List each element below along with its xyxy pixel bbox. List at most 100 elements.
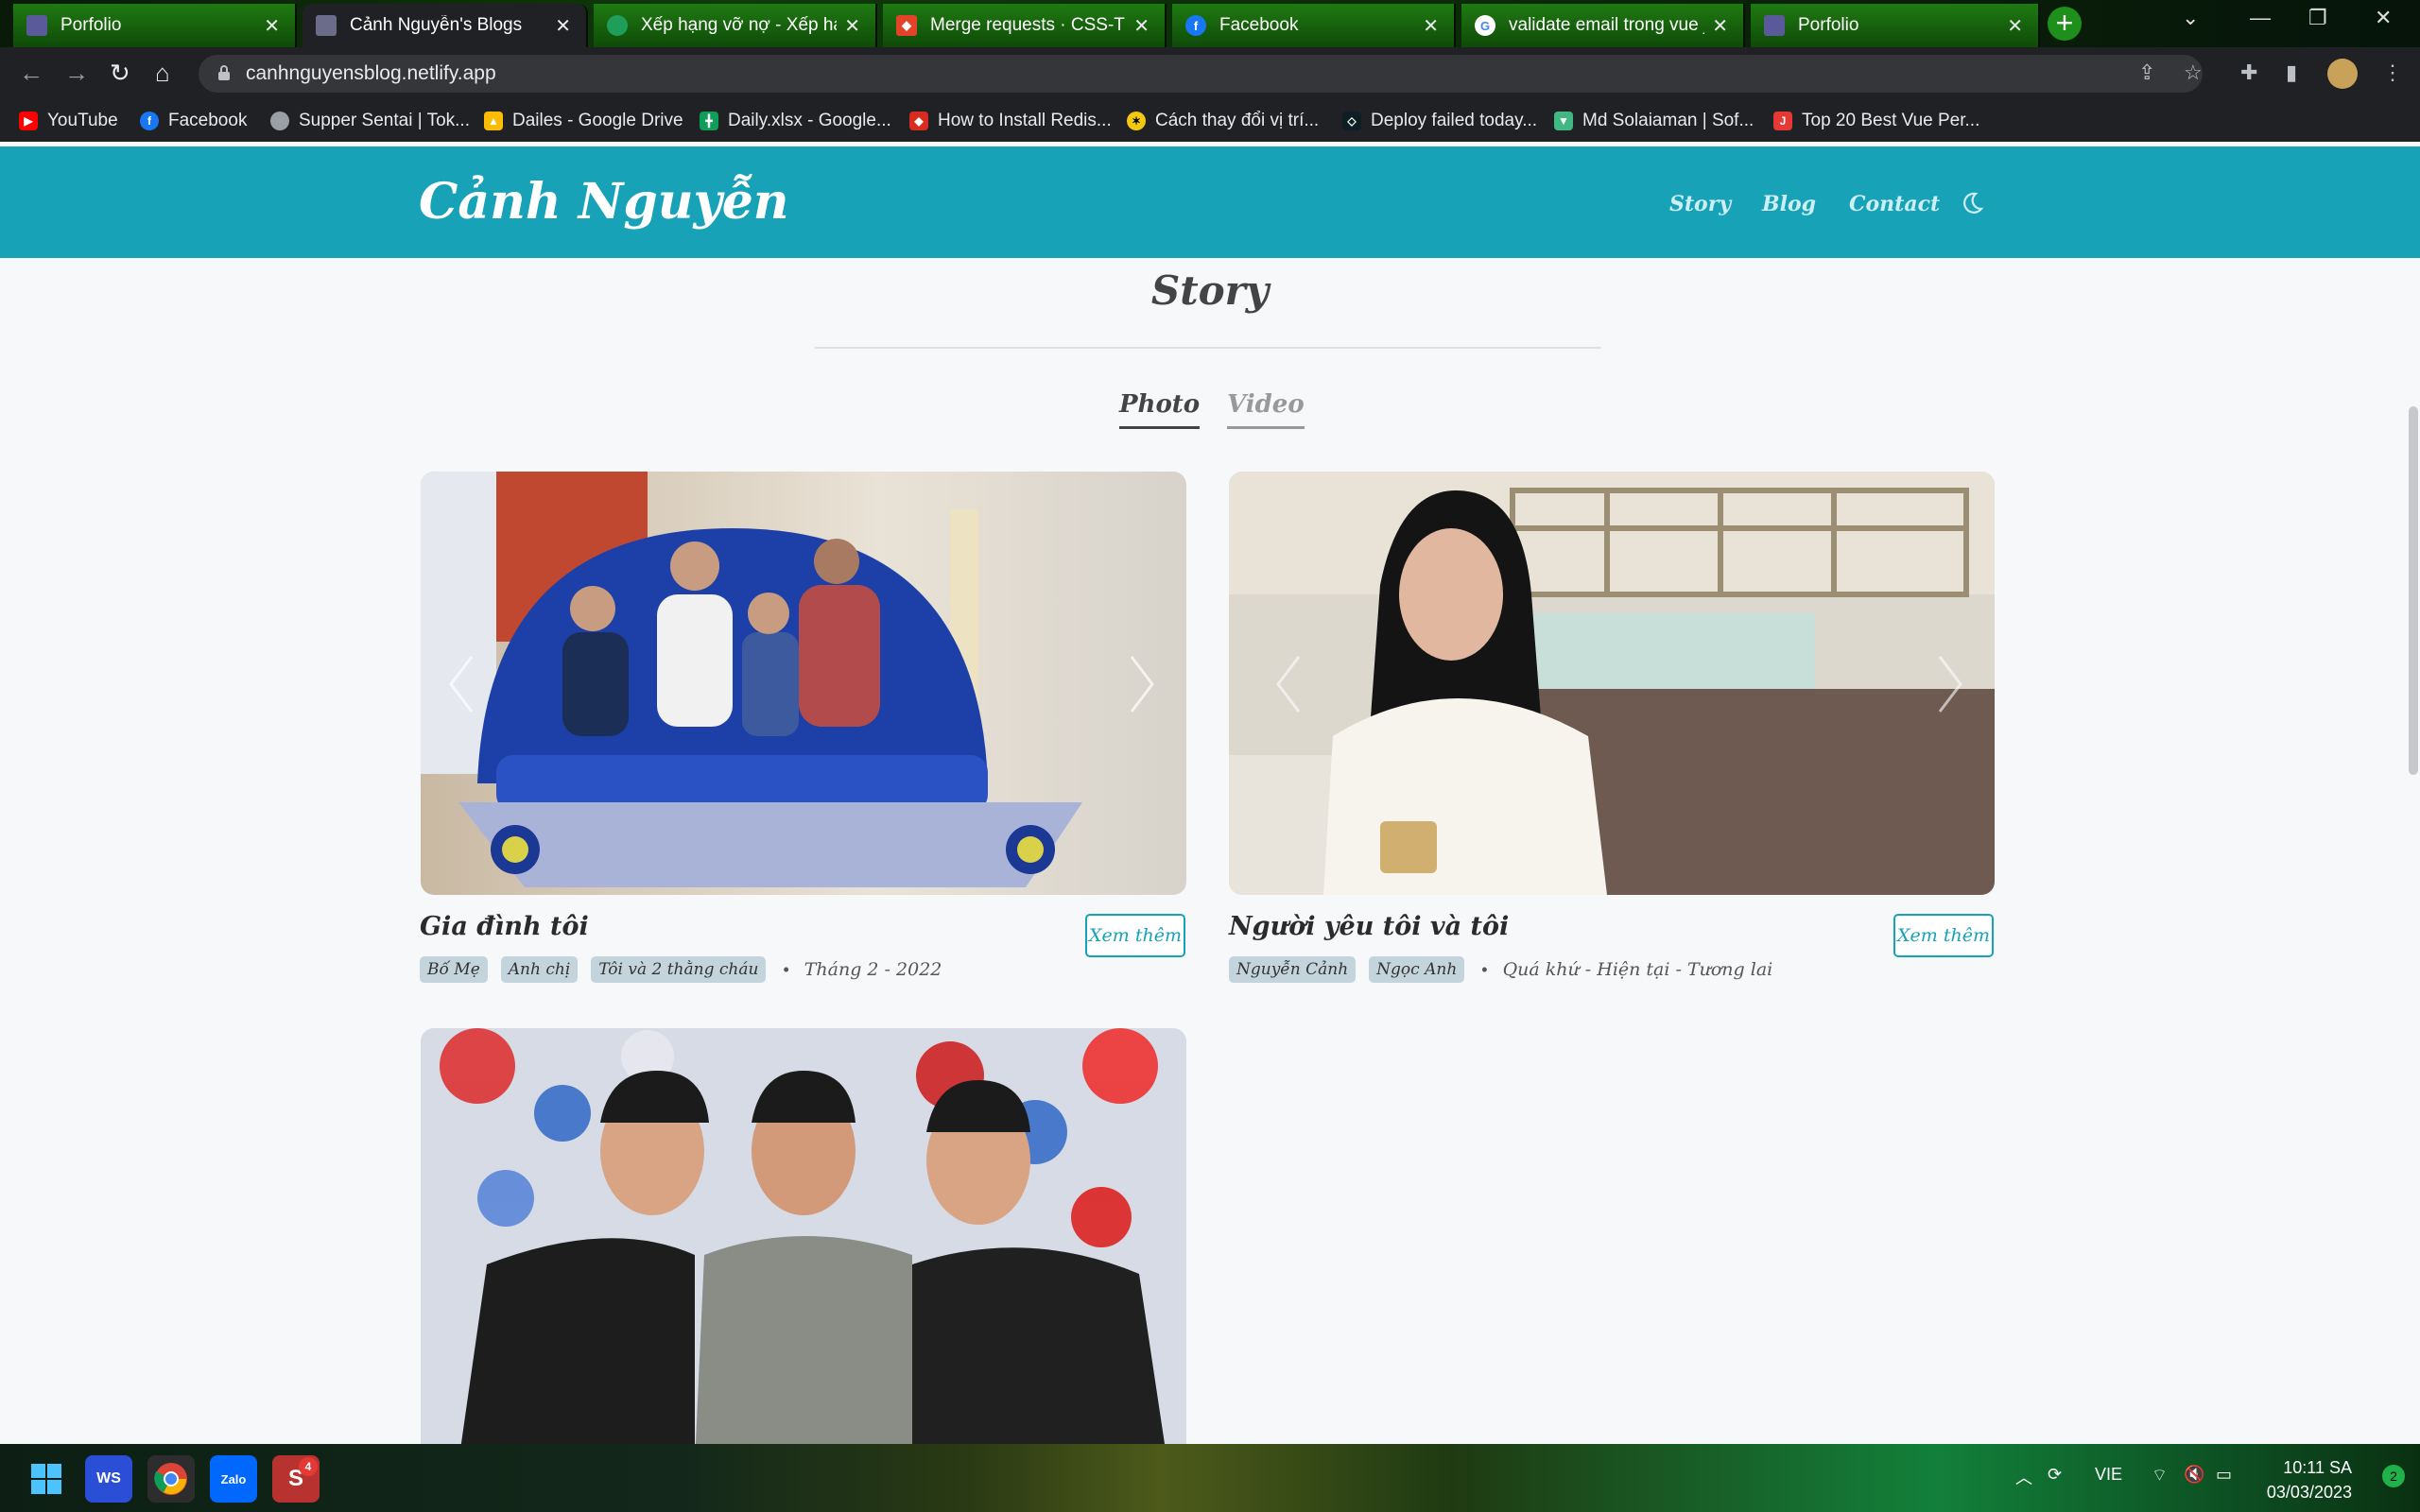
nav-contact[interactable]: Contact	[1849, 192, 1940, 216]
bookmark-label: How to Install Redis...	[938, 111, 1112, 130]
tab-porfolio-2[interactable]: Porfolio ✕	[1751, 4, 2040, 47]
skype-icon[interactable]: S 4	[272, 1455, 320, 1503]
tab-photo[interactable]: Photo	[1119, 390, 1201, 429]
bookmark-cach-thay-doi[interactable]: ✶ Cách thay đổi vị trí...	[1127, 108, 1319, 134]
bookmark-md-solaiaman[interactable]: ▼ Md Solaiaman | Sof...	[1554, 108, 1754, 134]
tag-badge[interactable]: Ngọc Anh	[1369, 956, 1465, 983]
sync-icon[interactable]: ⟳	[2048, 1465, 2062, 1485]
nav-blog[interactable]: Blog	[1762, 192, 1816, 216]
bookmark-label: YouTube	[47, 111, 118, 130]
site-brand-logo[interactable]: Cảnh Nguyễn	[419, 173, 789, 231]
tag-badge[interactable]: Bố Mẹ	[420, 956, 488, 983]
bookmark-supper-sentai[interactable]: Supper Sentai | Tok...	[270, 108, 470, 134]
home-icon[interactable]: ⌂	[155, 59, 170, 88]
tab-ranking[interactable]: Xếp hạng vỡ nợ - Xếp hạng ✕	[594, 4, 877, 47]
close-icon[interactable]: ✕	[1712, 14, 1728, 38]
portfolio-favicon	[26, 15, 47, 36]
back-icon[interactable]: ←	[19, 59, 43, 88]
tab-search-icon[interactable]: ⌄	[2182, 6, 2199, 30]
close-icon[interactable]: ✕	[844, 14, 860, 38]
share-icon[interactable]: ⇪	[2138, 60, 2155, 85]
tab-gitlab[interactable]: ◆ Merge requests · CSS-TPB ✕	[883, 4, 1167, 47]
carousel-prev-icon[interactable]	[1270, 651, 1308, 717]
close-icon[interactable]: ✕	[264, 14, 280, 38]
carousel-prev-icon[interactable]	[443, 651, 481, 717]
bookmark-youtube[interactable]: ▶ YouTube	[19, 108, 118, 134]
site-icon: ✶	[1127, 112, 1146, 130]
minimize-icon[interactable]: —	[2250, 6, 2271, 30]
bookmark-label: Deploy failed today...	[1371, 111, 1538, 130]
wifi-icon[interactable]: ⌔	[2152, 1465, 2168, 1486]
bookmark-deploy-failed[interactable]: ◇ Deploy failed today...	[1342, 108, 1537, 134]
skype-badge: 4	[299, 1457, 318, 1476]
forward-icon[interactable]: →	[64, 59, 89, 88]
tab-blogs[interactable]: Cảnh Nguyễn's Blogs ✕	[302, 4, 588, 47]
bookmark-facebook[interactable]: f Facebook	[140, 108, 247, 134]
separator-dot: •	[783, 959, 789, 979]
bookmark-vue-top20[interactable]: J Top 20 Best Vue Per...	[1773, 108, 1979, 134]
card-image-couple[interactable]	[1229, 472, 1995, 895]
tag-badge[interactable]: Anh chị	[500, 956, 579, 983]
webstorm-icon[interactable]: WS	[85, 1455, 132, 1503]
dark-mode-toggle-icon[interactable]	[1959, 190, 1985, 216]
tab-title: Porfolio	[60, 15, 122, 35]
read-more-button[interactable]: Xem thêm	[1893, 914, 1994, 957]
card-date: Quá khứ - Hiện tại - Tương lai	[1502, 959, 1773, 980]
tray-overflow-icon[interactable]: ︿	[2015, 1465, 2032, 1489]
windows-taskbar: WS Zalo S 4 ︿ ⟳ VIE ⌔ 🔇 ▭ 10:11 SA 03/03…	[0, 1444, 2420, 1512]
clock-date: 03/03/2023	[2266, 1483, 2352, 1502]
battery-icon[interactable]: ▭	[2216, 1465, 2232, 1485]
close-window-icon[interactable]: ✕	[2375, 6, 2392, 30]
site-icon: J	[1773, 112, 1792, 130]
tab-google-search[interactable]: G validate email trong vue js ✕	[1461, 4, 1745, 47]
restore-icon[interactable]: ❐	[2308, 6, 2327, 30]
reload-icon[interactable]: ↻	[110, 59, 130, 88]
windows-start-icon[interactable]	[23, 1455, 70, 1503]
new-tab-button[interactable]: +	[2048, 7, 2082, 41]
notification-badge[interactable]: 2	[2382, 1465, 2405, 1487]
close-icon[interactable]: ✕	[1423, 14, 1439, 38]
language-indicator[interactable]: VIE	[2095, 1465, 2122, 1485]
tab-video[interactable]: Video	[1227, 390, 1305, 429]
lock-icon[interactable]	[217, 64, 231, 81]
card-date: Tháng 2 - 2022	[804, 959, 942, 980]
system-clock[interactable]: 10:11 SA 03/03/2023	[2267, 1455, 2352, 1504]
tab-porfolio[interactable]: Porfolio ✕	[13, 4, 297, 47]
nav-story[interactable]: Story	[1669, 192, 1731, 216]
tag-badge[interactable]: Nguyễn Cảnh	[1229, 956, 1357, 983]
tab-title: Xếp hạng vỡ nợ - Xếp hạng	[641, 15, 837, 35]
close-icon[interactable]: ✕	[555, 14, 571, 38]
card-image-family[interactable]	[421, 472, 1186, 895]
bookmark-label: Md Solaiaman | Sof...	[1582, 111, 1754, 130]
bookmark-redis[interactable]: ◆ How to Install Redis...	[909, 108, 1112, 134]
menu-dots-icon[interactable]: ⋮	[2382, 60, 2403, 85]
read-more-button[interactable]: Xem thêm	[1085, 914, 1185, 957]
couple-photo	[1229, 472, 1995, 895]
close-icon[interactable]: ✕	[1133, 14, 1150, 38]
card-title[interactable]: Gia đình tôi	[420, 912, 589, 941]
carousel-next-icon[interactable]	[1930, 651, 1968, 717]
card-meta: Nguyễn Cảnh Ngọc Anh • Quá khứ - Hiện tạ…	[1229, 955, 1772, 984]
chrome-icon[interactable]	[147, 1455, 195, 1503]
tab-title: validate email trong vue js	[1509, 15, 1705, 35]
volume-muted-icon[interactable]: 🔇	[2184, 1465, 2204, 1485]
close-icon[interactable]: ✕	[2007, 14, 2023, 38]
bookmark-star-icon[interactable]: ☆	[2184, 60, 2203, 85]
section-title: Story	[1150, 267, 1270, 314]
zalo-icon[interactable]: Zalo	[210, 1455, 257, 1503]
tab-facebook[interactable]: f Facebook ✕	[1172, 4, 1456, 47]
carousel-next-icon[interactable]	[1122, 651, 1160, 717]
facebook-icon: f	[140, 112, 159, 130]
youtube-icon: ▶	[19, 112, 38, 130]
bookmark-google-drive[interactable]: ▲ Dailes - Google Drive	[484, 108, 683, 134]
side-panel-icon[interactable]: ▮	[2286, 60, 2297, 85]
bookmark-daily-sheet[interactable]: ╋ Daily.xlsx - Google...	[700, 108, 891, 134]
gitlab-icon: ◆	[896, 15, 917, 36]
page-scrollbar[interactable]	[2409, 406, 2418, 775]
tag-badge[interactable]: Tôi và 2 thằng cháu	[591, 956, 767, 983]
url-input[interactable]	[199, 55, 2203, 93]
card-image-friends[interactable]	[421, 1028, 1186, 1444]
extensions-icon[interactable]: ✚	[2240, 60, 2257, 85]
card-title[interactable]: Người yêu tôi và tôi	[1229, 912, 1509, 941]
profile-avatar[interactable]	[2327, 59, 2358, 89]
